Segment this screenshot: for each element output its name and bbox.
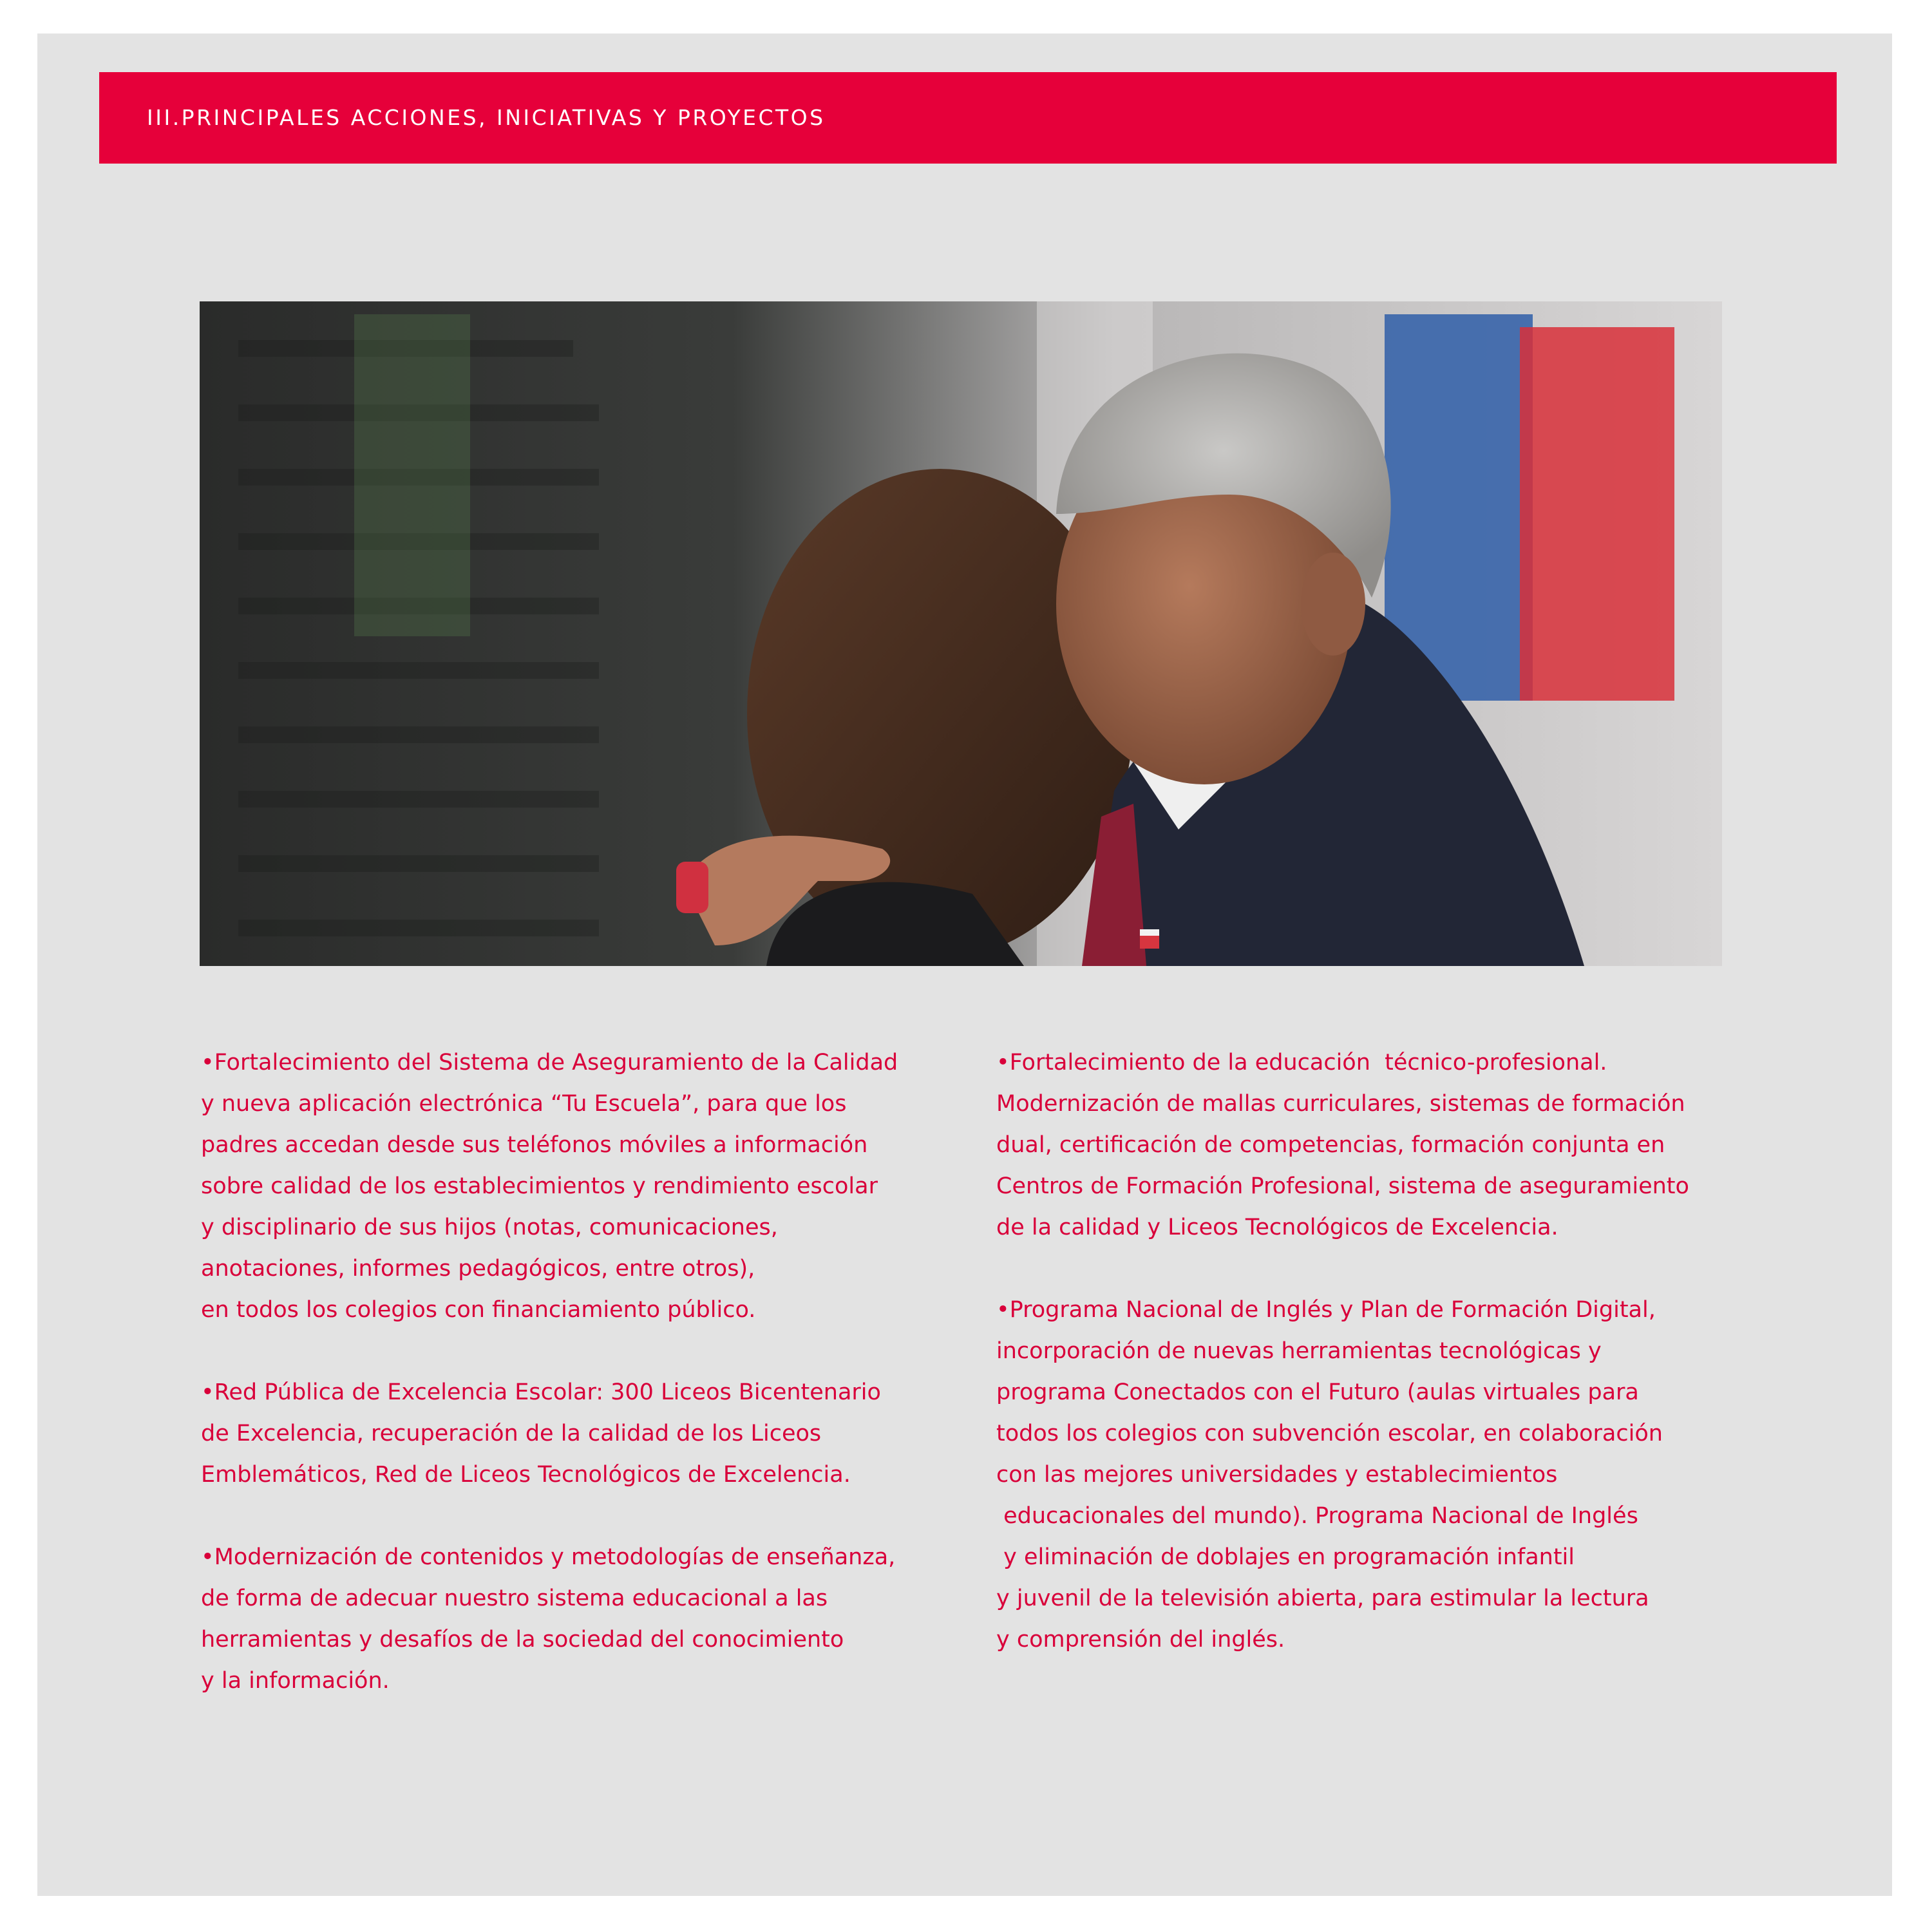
text-line: padres accedan desde sus teléfonos móvil…	[201, 1132, 868, 1158]
text-line: con las mejores universidades y establec…	[996, 1462, 1558, 1488]
list-item: •Red Pública de Excelencia Escolar: 300 …	[201, 1372, 922, 1495]
text-line: sobre calidad de los establecimientos y …	[201, 1173, 878, 1199]
text-line: y la información.	[201, 1668, 390, 1694]
text-line: de forma de adecuar nuestro sistema educ…	[201, 1586, 828, 1611]
text-line: y nueva aplicación electrónica “Tu Escue…	[201, 1091, 847, 1117]
section-header-bar: III.PRINCIPALES ACCIONES, INICIATIVAS Y …	[99, 72, 1837, 164]
left-column: •Fortalecimiento del Sistema de Aseguram…	[201, 1042, 922, 1743]
text-line: •Fortalecimiento del Sistema de Aseguram…	[201, 1050, 898, 1075]
text-line: y eliminación de doblajes en programació…	[996, 1544, 1575, 1570]
list-item: •Modernización de contenidos y metodolog…	[201, 1537, 922, 1701]
text-line: de Excelencia, recuperación de la calida…	[201, 1421, 822, 1446]
photo	[200, 301, 1722, 966]
list-item: •Fortalecimiento de la educación técnico…	[996, 1042, 1737, 1248]
list-item: •Fortalecimiento del Sistema de Aseguram…	[201, 1042, 922, 1331]
text-line: anotaciones, informes pedagógicos, entre…	[201, 1256, 755, 1282]
text-line: incorporación de nuevas herramientas tec…	[996, 1338, 1602, 1364]
text-line: dual, certificación de competencias, for…	[996, 1132, 1665, 1158]
right-column: •Fortalecimiento de la educación técnico…	[996, 1042, 1737, 1701]
text-line: •Modernización de contenidos y metodolog…	[201, 1544, 896, 1570]
text-line: Modernización de mallas curriculares, si…	[996, 1091, 1685, 1117]
text-line: y juvenil de la televisión abierta, para…	[996, 1586, 1649, 1611]
text-line: •Programa Nacional de Inglés y Plan de F…	[996, 1297, 1656, 1323]
text-line: •Red Pública de Excelencia Escolar: 300 …	[201, 1379, 881, 1405]
text-line: de la calidad y Liceos Tecnológicos de E…	[996, 1215, 1558, 1240]
text-line: Emblemáticos, Red de Liceos Tecnológicos…	[201, 1462, 851, 1488]
list-item: •Programa Nacional de Inglés y Plan de F…	[996, 1289, 1737, 1660]
text-line: •Fortalecimiento de la educación técnico…	[996, 1050, 1607, 1075]
text-line: y comprensión del inglés.	[996, 1627, 1285, 1653]
text-line: en todos los colegios con financiamiento…	[201, 1297, 756, 1323]
text-line: todos los colegios con subvención escola…	[996, 1421, 1663, 1446]
section-title: III.PRINCIPALES ACCIONES, INICIATIVAS Y …	[147, 105, 826, 130]
text-line: herramientas y desafíos de la sociedad d…	[201, 1627, 844, 1653]
photo-illustration	[200, 301, 1722, 966]
text-line: Centros de Formación Profesional, sistem…	[996, 1173, 1689, 1199]
page: III.PRINCIPALES ACCIONES, INICIATIVAS Y …	[37, 33, 1892, 1896]
text-line: programa Conectados con el Futuro (aulas…	[996, 1379, 1639, 1405]
text-line: y disciplinario de sus hijos (notas, com…	[201, 1215, 778, 1240]
text-line: educacionales del mundo). Programa Nacio…	[996, 1503, 1638, 1529]
